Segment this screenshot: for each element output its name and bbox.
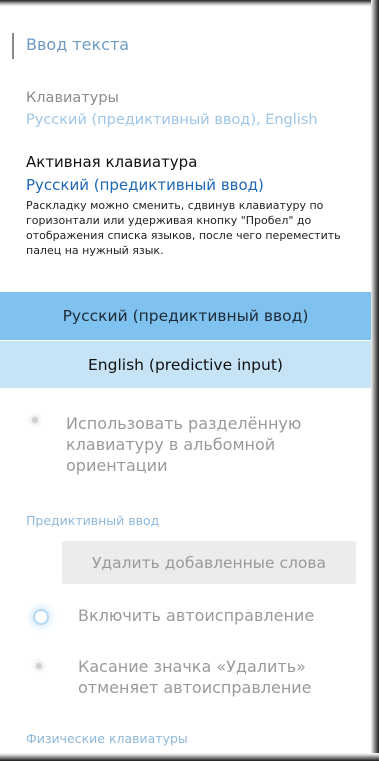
keyboards-value: Русский (предиктивный ввод), English [26, 112, 318, 128]
active-keyboard-label: Активная клавиатура [26, 153, 198, 171]
autocorrect-label: Включить автоисправление [78, 606, 315, 625]
radio-ring-icon [33, 609, 49, 625]
active-keyboard-hint: Раскладку можно сменить, сдвинув клавиат… [26, 199, 341, 257]
active-keyboard-value: Русский (предиктивный ввод) [26, 176, 264, 194]
delete-undo-label: Касание значка «Удалить» отменяет автоис… [78, 657, 312, 697]
keyboards-label: Клавиатуры [26, 90, 119, 106]
predictive-subhead: Предиктивный ввод [26, 513, 160, 528]
radio-dot-icon [36, 663, 42, 669]
language-option-russian[interactable]: Русский (предиктивный ввод) [0, 292, 371, 340]
page-title: Ввод текста [26, 35, 130, 54]
device-frame-bottom [0, 753, 379, 761]
settings-screen: Ввод текста Клавиатуры Русский (предикти… [0, 0, 379, 761]
delete-added-words-button[interactable]: Удалить добавленные слова [62, 541, 356, 584]
device-frame-top [0, 0, 379, 6]
radio-dot-icon [32, 417, 38, 423]
language-option-english[interactable]: English (predictive input) [0, 341, 371, 388]
split-keyboard-label: Использовать разделённую клавиатуру в ал… [66, 414, 302, 475]
device-frame-right [371, 0, 379, 761]
section-indicator [12, 33, 14, 59]
physical-keyboards-subhead: Физические клавиатуры [26, 731, 188, 746]
